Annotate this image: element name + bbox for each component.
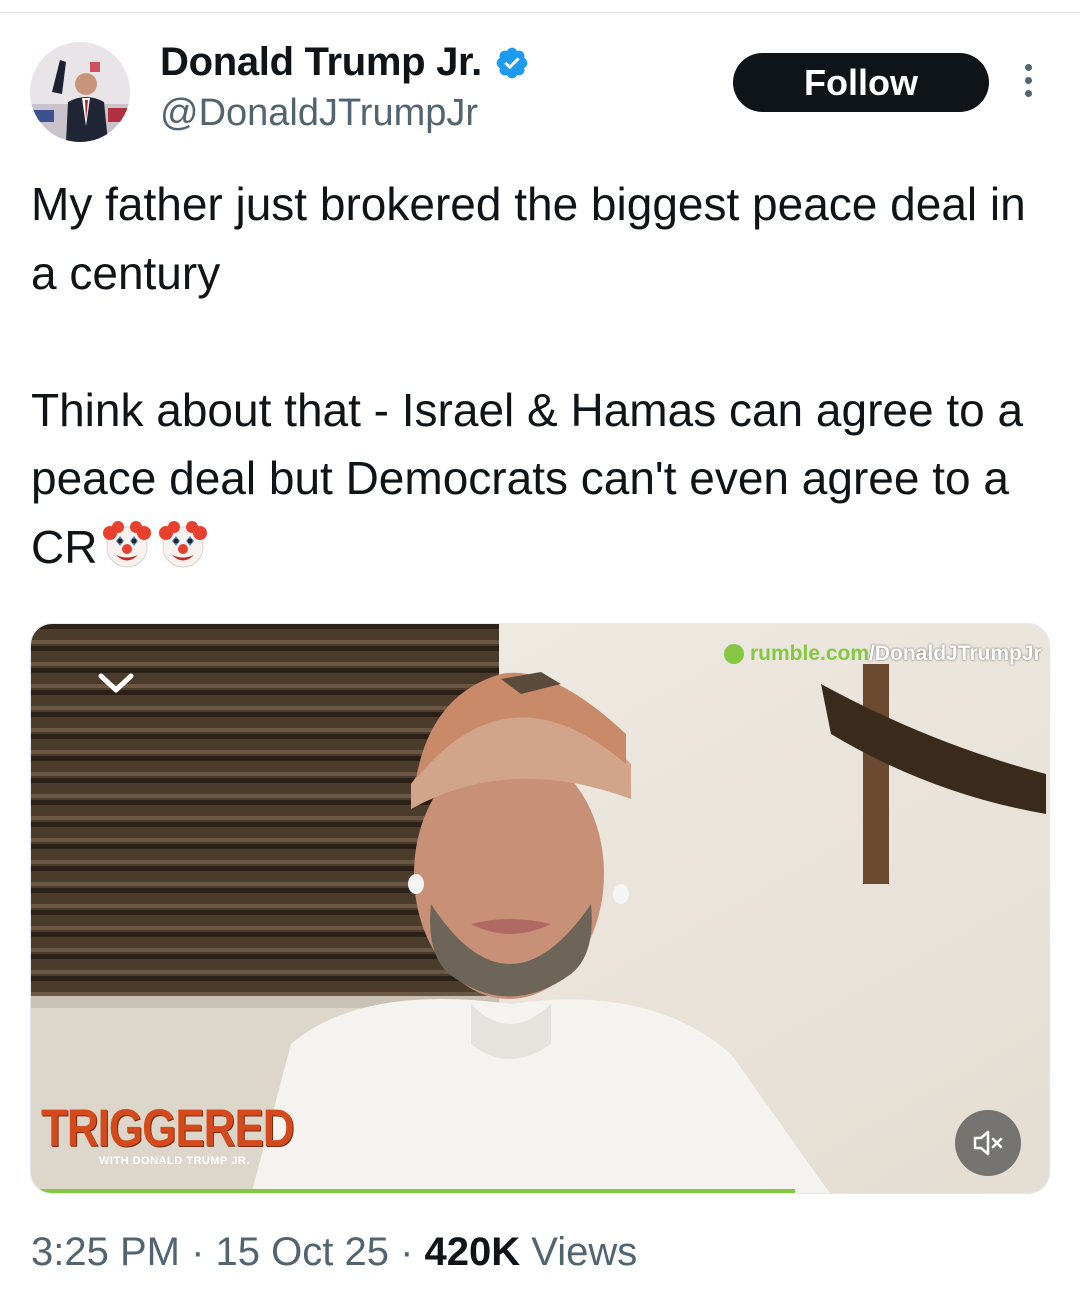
- rumble-path: /DonaldJTrumpJr: [869, 642, 1042, 665]
- tweet-time[interactable]: 3:25 PM: [31, 1230, 180, 1274]
- views-label: Views: [520, 1230, 638, 1274]
- top-divider: [0, 12, 1080, 13]
- rumble-domain: rumble.com: [750, 642, 870, 665]
- mute-button[interactable]: [955, 1110, 1021, 1176]
- author-handle[interactable]: @DonaldJTrumpJr: [160, 92, 478, 135]
- tweet-meta: 3:25 PM · 15 Oct 25 · 420K Views: [31, 1230, 637, 1275]
- show-logo: TRIGGERED WITH DONALD TRUMP JR.: [41, 1099, 295, 1167]
- tweet-date[interactable]: 15 Oct 25: [216, 1230, 389, 1274]
- video-player[interactable]: rumble.com/DonaldJTrumpJr TRIGGERED WITH…: [30, 623, 1050, 1194]
- meta-separator: ·: [388, 1230, 425, 1274]
- rumble-logo-icon: [724, 644, 744, 664]
- author-display-name[interactable]: Donald Trump Jr.: [160, 40, 482, 85]
- tweet-paragraph-1: My father just brokered the biggest peac…: [31, 178, 1026, 299]
- verified-badge-icon: [496, 47, 528, 78]
- follow-button[interactable]: Follow: [733, 53, 989, 112]
- views-count[interactable]: 420K: [425, 1230, 521, 1274]
- tweet-paragraph-2: Think about that - Israel & Hamas can ag…: [31, 376, 1051, 582]
- author-name-row: Donald Trump Jr.: [160, 40, 530, 85]
- clown-face-emoji-icon: [103, 520, 152, 567]
- author-avatar[interactable]: [30, 42, 130, 142]
- rumble-watermark: rumble.com/DonaldJTrumpJr: [724, 642, 1042, 666]
- tweet-text: My father just brokered the biggest peac…: [31, 170, 1051, 581]
- meta-separator: ·: [179, 1230, 216, 1274]
- video-progress-bar[interactable]: [31, 1189, 795, 1193]
- show-title: TRIGGERED: [41, 1099, 295, 1158]
- more-vertical-icon[interactable]: [1016, 64, 1040, 104]
- clown-face-emoji-icon: [159, 520, 208, 567]
- chevron-down-icon[interactable]: [97, 670, 135, 696]
- volume-muted-icon: [973, 1130, 1003, 1156]
